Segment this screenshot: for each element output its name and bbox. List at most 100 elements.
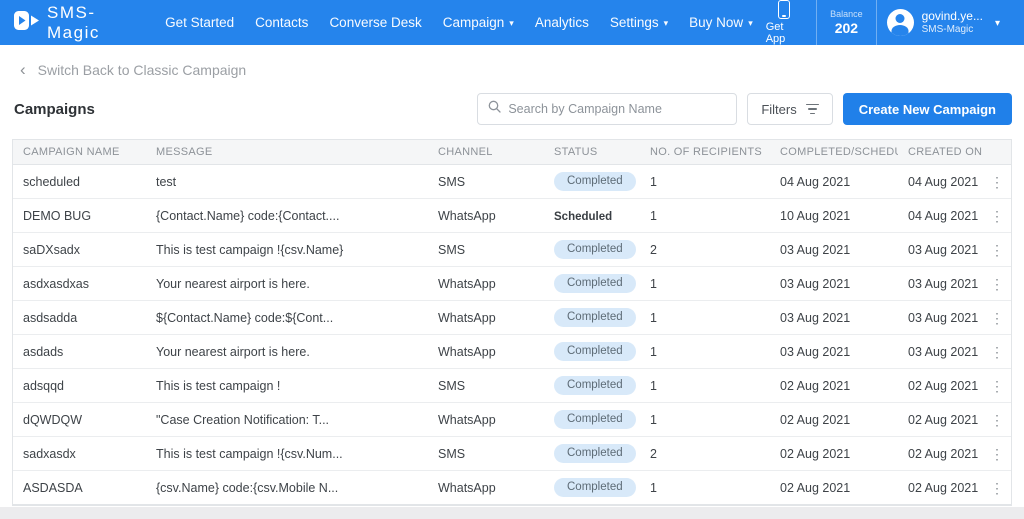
cell-status: Completed [544,171,640,192]
nav-item-get-started[interactable]: Get Started [165,15,234,30]
chevron-down-icon: ▾ [748,18,753,28]
sms-magic-logo-icon [14,10,41,35]
cell-status: Completed [544,409,640,430]
nav-item-label: Converse Desk [329,15,422,30]
cell-channel: WhatsApp [438,276,496,291]
nav-item-analytics[interactable]: Analytics [535,15,589,30]
balance-indicator: Balance 202 [817,0,876,45]
table-row[interactable]: DEMO BUG {Contact.Name} code:{Contact...… [13,199,1011,233]
cell-channel: WhatsApp [438,310,496,325]
cell-created-on: 02 Aug 2021 [908,480,979,495]
nav-item-converse-desk[interactable]: Converse Desk [329,15,421,30]
cell-completed-scheduled: 02 Aug 2021 [780,378,851,393]
cell-created-on: 03 Aug 2021 [908,310,979,325]
filters-button[interactable]: Filters [747,93,833,125]
status-badge: Completed [554,307,636,328]
cell-recipients: 1 [650,276,657,291]
user-name: govind.ye... [921,8,983,23]
table-row[interactable]: saDXsadx This is test campaign !{csv.Nam… [13,233,1011,267]
cell-campaign-name: asdxasdxas [23,276,90,291]
row-actions-kebab-icon[interactable]: ⋮ [983,481,1011,495]
chevron-down-icon: ▾ [509,18,514,28]
campaigns-table: CAMPAIGN NAME MESSAGE CHANNEL STATUS NO. OF … [12,139,1012,506]
column-header-message: MESSAGE [156,146,213,158]
cell-message: Your nearest airport is here. [156,276,310,291]
cell-status: Completed [544,341,640,362]
cell-recipients: 1 [650,480,657,495]
cell-created-on: 03 Aug 2021 [908,276,979,291]
row-actions-kebab-icon[interactable]: ⋮ [983,311,1011,325]
nav-item-campaign[interactable]: Campaign ▾ [443,15,514,30]
brand-name: SMS-Magic [47,2,100,42]
status-badge: Completed [554,273,636,294]
cell-recipients: 1 [650,174,657,189]
cell-campaign-name: adsqqd [23,378,65,393]
nav-item-buy-now[interactable]: Buy Now ▾ [689,15,753,30]
phone-icon [778,0,791,19]
cell-channel: SMS [438,378,466,393]
row-actions-kebab-icon[interactable]: ⋮ [983,277,1011,291]
row-actions-kebab-icon[interactable]: ⋮ [983,209,1011,223]
nav-item-contacts[interactable]: Contacts [255,15,308,30]
cell-recipients: 1 [650,412,657,427]
cell-campaign-name: ASDASDA [23,480,83,495]
cell-channel: SMS [438,174,466,189]
navbar-right: Get App Balance 202 govind.ye... SMS-Mag… [753,0,1010,45]
cell-created-on: 04 Aug 2021 [908,174,979,189]
chevron-down-icon: ▾ [994,17,1000,29]
cell-channel: WhatsApp [438,344,496,359]
status-badge: Completed [554,171,636,192]
cell-recipients: 1 [650,344,657,359]
get-app-label: Get App [765,21,786,45]
nav-item-label: Get Started [165,15,235,30]
cell-recipients: 2 [650,446,657,461]
table-row[interactable]: asdads Your nearest airport is here. Wha… [13,335,1011,369]
search-input[interactable] [508,102,727,116]
brand-logo[interactable]: SMS-Magic [14,3,147,43]
cell-recipients: 1 [650,208,657,223]
row-actions-kebab-icon[interactable]: ⋮ [983,345,1011,359]
cell-message: This is test campaign !{csv.Name} [156,242,344,257]
cell-recipients: 2 [650,242,657,257]
table-row[interactable]: ASDASDA {csv.Name} code:{csv.Mobile N...… [13,471,1011,505]
user-org: SMS-Magic [921,23,974,35]
table-row[interactable]: asdxasdxas Your nearest airport is here.… [13,267,1011,301]
cell-completed-scheduled: 10 Aug 2021 [780,208,851,223]
cell-status: Scheduled [544,209,640,223]
row-actions-kebab-icon[interactable]: ⋮ [983,243,1011,257]
cell-message: {Contact.Name} code:{Contact.... [156,208,340,223]
status-badge: Completed [554,375,636,396]
row-actions-kebab-icon[interactable]: ⋮ [983,447,1011,461]
nav-item-label: Settings [609,15,659,30]
cell-campaign-name: DEMO BUG [23,208,92,223]
table-row[interactable]: sadxasdx This is test campaign !{csv.Num… [13,437,1011,471]
table-row[interactable]: asdsadda ${Contact.Name} code:${Cont... … [13,301,1011,335]
cell-message: "Case Creation Notification: T... [156,412,330,427]
nav-item-settings[interactable]: Settings ▾ [610,15,668,30]
cell-campaign-name: asdsadda [23,310,78,325]
table-row[interactable]: dQWDQW "Case Creation Notification: T...… [13,403,1011,437]
switch-back-link[interactable]: ‹ Switch Back to Classic Campaign [0,45,1024,78]
column-header-created-on: CREATED ON [908,146,983,158]
cell-created-on: 02 Aug 2021 [908,412,979,427]
cell-status: Completed [544,375,640,396]
create-new-campaign-button[interactable]: Create New Campaign [842,93,1012,125]
search-icon [488,100,501,118]
column-header-no-of-recipients: NO. OF RECIPIENTS [650,146,763,158]
table-row[interactable]: scheduled test SMS Completed 1 04 Aug 20… [13,165,1011,199]
cell-completed-scheduled: 02 Aug 2021 [780,480,851,495]
user-menu[interactable]: govind.ye... SMS-Magic ▾ [877,0,1010,45]
cell-channel: SMS [438,242,466,257]
top-navbar: SMS-Magic Get Started Contacts Converse De… [0,0,1024,45]
user-meta: govind.ye... SMS-Magic [921,8,983,35]
get-app-button[interactable]: Get App [753,0,816,45]
nav-item-label: Analytics [534,15,589,30]
cell-message: This is test campaign ! [156,378,281,393]
cell-campaign-name: asdads [23,344,64,359]
row-actions-kebab-icon[interactable]: ⋮ [983,379,1011,393]
cell-channel: WhatsApp [438,208,496,223]
table-row[interactable]: adsqqd This is test campaign ! SMS Compl… [13,369,1011,403]
row-actions-kebab-icon[interactable]: ⋮ [983,175,1011,189]
row-actions-kebab-icon[interactable]: ⋮ [983,413,1011,427]
cell-completed-scheduled: 02 Aug 2021 [780,446,851,461]
